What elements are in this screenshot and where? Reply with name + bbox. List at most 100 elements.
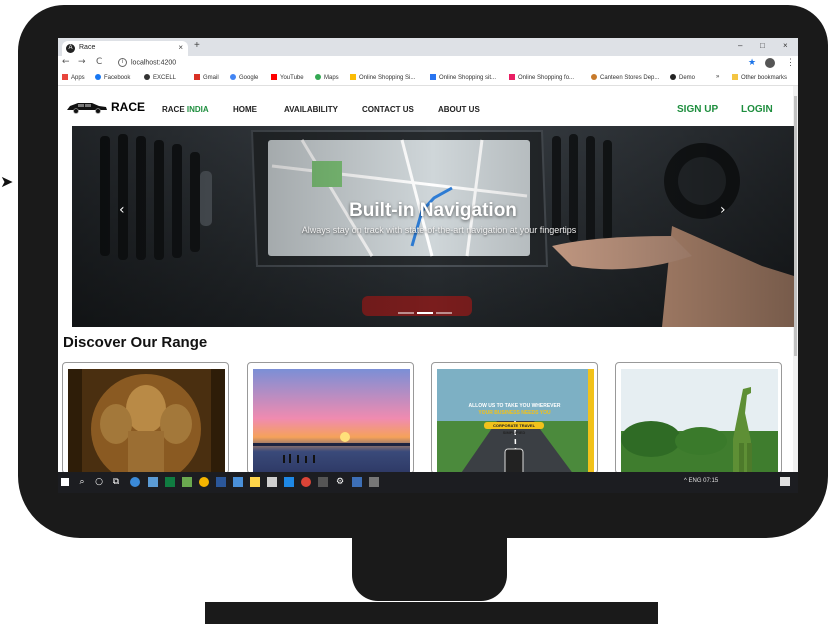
app-icon[interactable] [148,477,158,487]
profile-avatar-icon[interactable] [765,58,775,68]
minimize-button[interactable]: – [738,41,742,50]
chrome-icon[interactable] [199,477,209,487]
bookmark-label: Apps [71,75,85,81]
bookmarks-bar: Apps Facebook EXCELL Gmail Google YouTub… [58,71,798,86]
back-button[interactable]: ← [62,57,70,67]
menu-kebab-icon[interactable]: ⋮ [786,57,795,68]
sign-up-link[interactable]: SIGN UP [677,104,718,115]
nav-contact-us[interactable]: CONTACT US [362,105,414,114]
nav-race-label: RACE [162,105,185,114]
word-icon[interactable] [216,477,226,487]
bookmark-gmail[interactable]: Gmail [194,74,219,81]
nav-home[interactable]: HOME [233,105,257,114]
amazon-icon [350,74,356,80]
google-icon [230,74,236,80]
tab-race[interactable]: A Race × [62,41,188,56]
range-card-3[interactable]: ALLOW US TO TAKE YOU WHEREVER YOUR BUSIN… [431,362,598,474]
bookmark-star-icon[interactable]: ★ [748,57,756,68]
mail-icon[interactable] [233,477,243,487]
browser-tab-bar: A Race × + – □ × [58,38,798,56]
chrome-active-icon[interactable] [301,477,311,487]
monitor-neck [352,494,507,601]
gmail-icon [194,74,200,80]
maps-pin-icon [315,74,321,80]
bookmark-label: Maps [324,75,339,81]
page-scrollbar-thumb[interactable] [794,96,797,356]
brand-name[interactable]: RACE [111,100,145,114]
bookmark-label: Online Shopping fo... [518,75,575,81]
windows-start-icon[interactable] [61,478,69,486]
edge-icon[interactable] [130,477,140,487]
bookmark-label: Demo [679,75,696,81]
file-explorer-icon[interactable] [250,477,260,487]
bookmark-youtube[interactable]: YouTube [271,74,304,81]
bookmark-apps[interactable]: Apps [62,74,85,81]
notification-icon[interactable] [780,477,790,486]
youtube-icon [271,74,277,80]
hero-carousel[interactable]: Built-in Navigation Always stay on track… [72,126,794,327]
login-link[interactable]: LOGIN [741,104,773,115]
system-tray[interactable]: ^ ENG 07:15 [684,478,718,484]
app-icon[interactable] [182,477,192,487]
bookmark-demo[interactable]: Demo [670,74,695,81]
close-window-button[interactable]: × [783,41,788,50]
search-icon[interactable]: ⌕ [77,477,87,487]
vscode-icon[interactable] [284,477,294,487]
reload-button[interactable]: C [96,57,102,67]
app-icon[interactable] [369,477,379,487]
facebook-icon [95,74,101,80]
bookmark-google[interactable]: Google [230,74,258,81]
task-view-icon[interactable]: ⧉ [111,477,121,487]
screen: A Race × + – □ × ← → C i localhost:4200 ★… [58,38,798,493]
store-icon[interactable] [267,477,277,487]
windows-taskbar: ⌕ ○ ⧉ ⚙ ^ ENG 07:15 [58,472,798,493]
carousel-prev-button[interactable]: ‹ [119,202,125,218]
app-icon[interactable] [352,477,362,487]
flipkart-icon [430,74,436,80]
new-tab-button[interactable]: + [194,40,200,51]
sunset-beach-image [253,369,410,473]
range-card-2[interactable] [247,362,414,474]
settings-gear-icon[interactable]: ⚙ [335,477,345,487]
myntra-icon [509,74,515,80]
slide-subtitle: Always stay on track with state-of-the-a… [301,225,577,235]
carousel-indicator-3[interactable] [436,312,452,314]
excel-icon[interactable] [165,477,175,487]
slide-title: Built-in Navigation [349,200,517,221]
range-card-4[interactable] [615,362,782,474]
nav-about-us[interactable]: ABOUT US [438,105,480,114]
url-text: localhost:4200 [131,59,177,67]
terminal-icon[interactable] [318,477,328,487]
cortana-icon[interactable]: ○ [94,477,104,487]
bookmark-shopping-2[interactable]: Online Shopping sit... [430,74,496,81]
bookmark-label: YouTube [280,75,304,81]
carousel-indicator-1[interactable] [398,312,414,314]
section-title: Discover Our Range [63,334,208,351]
range-card-1[interactable] [62,362,229,474]
bookmarks-overflow-button[interactable]: » [716,74,719,80]
tab-close-icon[interactable]: × [178,43,183,52]
bookmark-label: Google [239,75,259,81]
bookmark-label: Canteen Stores Dep... [600,75,660,81]
bookmark-maps[interactable]: Maps [315,74,339,81]
carousel-indicator-2[interactable] [417,312,433,314]
car-logo-icon[interactable] [66,100,108,114]
bookmark-facebook[interactable]: Facebook [95,74,130,81]
bookmark-label: Gmail [203,75,219,81]
nav-availability[interactable]: AVAILABILITY [284,105,338,114]
nav-race-india[interactable]: RACE INDIA [162,105,209,114]
giraffe-topiary-image [621,369,778,473]
bookmark-other[interactable]: Other bookmarks [732,74,787,81]
angular-favicon-icon: A [66,44,75,53]
bookmark-canteen[interactable]: Canteen Stores Dep... [591,74,659,81]
monitor-base [205,602,658,624]
maximize-button[interactable]: □ [760,41,765,50]
carousel-next-button[interactable]: › [720,202,726,218]
nav-india-label: INDIA [186,105,209,114]
bookmark-shopping-1[interactable]: Online Shopping Si... [350,74,415,81]
forward-button[interactable]: → [78,57,86,67]
card3-line2: YOUR BUSINESS NEEDS YOU [478,410,551,416]
bookmark-shopping-3[interactable]: Online Shopping fo... [509,74,574,81]
url-field[interactable]: i localhost:4200 [118,58,176,67]
bookmark-excell[interactable]: EXCELL [144,74,176,81]
